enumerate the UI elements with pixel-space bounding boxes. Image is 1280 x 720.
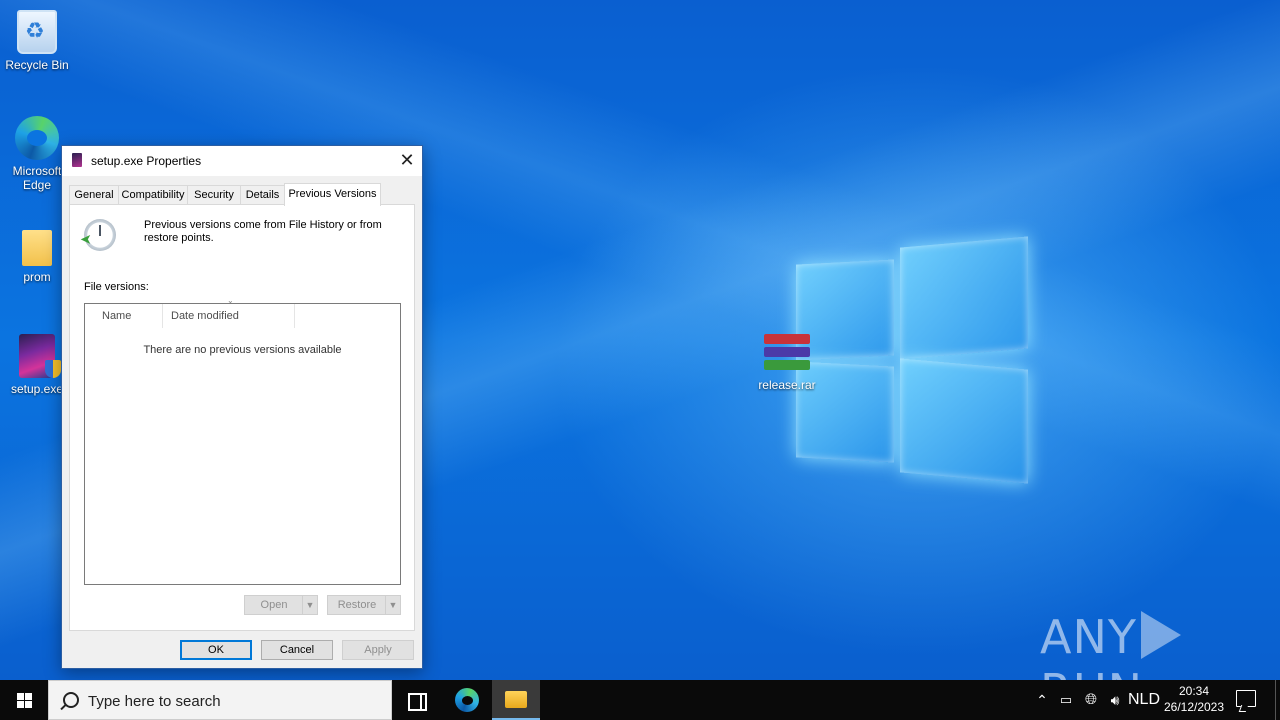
dialog-title: setup.exe Properties xyxy=(91,154,202,168)
restore-split-button[interactable]: Restore ▼ xyxy=(327,595,401,615)
clock-date: 26/12/2023 xyxy=(1163,700,1225,714)
windows-logo-wallpaper xyxy=(796,236,1030,484)
restore-clock-icon xyxy=(84,219,116,251)
folder-icon xyxy=(22,230,52,266)
tab-general[interactable]: General xyxy=(69,185,119,205)
show-hidden-icons-button[interactable]: ⌃ xyxy=(1032,680,1052,720)
desktop-icon-recycle-bin[interactable]: Recycle Bin xyxy=(0,10,74,72)
windows-logo-icon xyxy=(17,693,32,708)
restore-button-label: Restore xyxy=(337,599,377,611)
dropdown-arrow-icon[interactable]: ▼ xyxy=(302,596,317,614)
input-language-indicator[interactable]: NLD xyxy=(1128,680,1160,720)
file-versions-list[interactable]: Name Date modified ⌄ There are no previo… xyxy=(84,296,401,585)
dialog-titlebar[interactable]: setup.exe Properties ✕ xyxy=(62,146,422,176)
winrar-archive-icon xyxy=(764,334,810,374)
watermark-text-left: ANY xyxy=(1040,610,1137,664)
clock-time: 20:34 xyxy=(1178,684,1210,698)
start-button[interactable] xyxy=(0,680,48,720)
taskbar: Type here to search ⌃ ▭ 🌐︎ 🔊︎ NLD 20:34 … xyxy=(0,680,1280,720)
watermark-text-right: RUN xyxy=(1040,664,1143,680)
file-explorer-icon xyxy=(505,691,527,708)
open-split-button[interactable]: Open ▼ xyxy=(244,595,318,615)
properties-dialog: setup.exe Properties ✕ General Compatibi… xyxy=(61,145,423,669)
notification-center-icon[interactable] xyxy=(1236,690,1256,707)
open-button-label: Open xyxy=(260,599,288,611)
play-icon xyxy=(1140,611,1181,659)
desktop-icon-label: Recycle Bin xyxy=(5,58,69,72)
taskbar-file-explorer-button[interactable] xyxy=(492,680,540,720)
show-desktop-button[interactable] xyxy=(1275,680,1276,720)
taskbar-clock[interactable]: 20:34 26/12/2023 xyxy=(1158,683,1230,715)
taskbar-search-box[interactable]: Type here to search xyxy=(48,680,392,720)
tab-security[interactable]: Security xyxy=(187,185,241,205)
desktop-icon-label: Microsoft Edge xyxy=(12,164,62,192)
column-header-label: Date modified xyxy=(171,310,239,322)
tab-previous-versions[interactable]: Previous Versions xyxy=(284,183,381,206)
edge-icon xyxy=(455,688,479,712)
search-icon xyxy=(63,692,79,708)
desktop-icon-release-rar[interactable]: release.rar xyxy=(750,334,824,392)
setup-exe-icon xyxy=(19,334,61,378)
desktop-icon-label: release.rar xyxy=(758,378,816,392)
apply-button[interactable]: Apply xyxy=(342,640,414,660)
tab-compatibility[interactable]: Compatibility xyxy=(118,185,188,205)
sort-caret-icon: ⌄ xyxy=(227,296,234,305)
tab-details[interactable]: Details xyxy=(240,185,285,205)
info-text: Previous versions come from File History… xyxy=(144,219,382,244)
column-header-date-modified[interactable]: Date modified xyxy=(165,304,295,328)
dropdown-arrow-icon[interactable]: ▼ xyxy=(385,596,400,614)
volume-icon[interactable]: 🔊︎ xyxy=(1104,680,1126,720)
column-header-name[interactable]: Name xyxy=(85,304,163,328)
search-placeholder: Type here to search xyxy=(88,693,221,710)
file-versions-label: File versions: xyxy=(84,281,149,293)
empty-list-message: There are no previous versions available xyxy=(143,344,342,356)
taskbar-edge-button[interactable] xyxy=(443,680,491,720)
meet-now-icon[interactable]: ▭ xyxy=(1056,680,1076,720)
task-view-button[interactable] xyxy=(392,680,440,720)
ok-button[interactable]: OK xyxy=(180,640,252,660)
cancel-button[interactable]: Cancel xyxy=(261,640,333,660)
setup-exe-icon xyxy=(72,153,82,167)
edge-icon xyxy=(15,116,59,160)
anyrun-watermark: ANYRUN xyxy=(1040,610,1280,680)
previous-versions-panel: Previous versions come from File History… xyxy=(69,204,415,631)
recycle-bin-icon xyxy=(17,10,57,54)
close-button[interactable]: ✕ xyxy=(392,146,422,176)
network-globe-icon[interactable]: 🌐︎ xyxy=(1080,680,1102,720)
